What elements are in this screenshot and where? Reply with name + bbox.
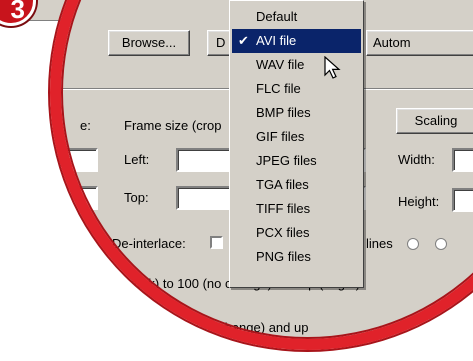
step-number: 3 <box>10 0 25 24</box>
step-number-badge: 3 <box>0 0 36 26</box>
partial-label: e: <box>80 118 91 133</box>
menu-item-tga-files[interactable]: TGA files <box>232 173 361 197</box>
lines-radio-2[interactable] <box>435 238 447 250</box>
checkmark-icon: ✔ <box>238 33 249 48</box>
frame-size-label: Frame size (crop <box>124 118 222 133</box>
source-field-2[interactable] <box>58 186 98 210</box>
hidden-button-label: D <box>216 35 226 50</box>
automatic-button-label: Autom <box>373 35 411 50</box>
gamma-note: (dark) to 1.0 (no change) and up <box>122 320 309 335</box>
browse-button[interactable]: Browse... <box>108 30 190 56</box>
mouse-pointer-icon <box>324 56 341 79</box>
width-label: Width: <box>398 152 435 167</box>
scaling-button[interactable]: Scaling <box>396 108 473 134</box>
height-field[interactable] <box>452 188 473 212</box>
screenshot-stage: Browse... D Autom e: Frame size (crop Sc… <box>0 0 473 361</box>
lines-label: lines <box>366 236 393 251</box>
menu-item-avi-file[interactable]: ✔ AVI file <box>232 29 361 53</box>
deinterlace-label: De-interlace: <box>112 236 186 251</box>
menu-item-png-files[interactable]: PNG files <box>232 245 361 269</box>
height-label: Height: <box>398 194 440 209</box>
dialog-content: Browse... D Autom e: Frame size (crop Sc… <box>50 0 473 350</box>
browse-button-label: Browse... <box>121 35 177 50</box>
menu-item-jpeg-files[interactable]: JPEG files <box>232 149 361 173</box>
menu-item-pcx-files[interactable]: PCX files <box>232 221 361 245</box>
left-field[interactable] <box>176 148 232 172</box>
source-field-1[interactable] <box>58 148 98 172</box>
left-label: Left: <box>124 152 150 167</box>
menu-item-bmp-files[interactable]: BMP files <box>232 101 361 125</box>
menu-item-default[interactable]: Default <box>232 5 361 29</box>
scaling-button-label: Scaling <box>414 113 458 128</box>
magnifier-lens: Browse... D Autom e: Frame size (crop Sc… <box>50 0 473 350</box>
lines-radio-1[interactable] <box>407 238 419 250</box>
menu-item-tiff-files[interactable]: TIFF files <box>232 197 361 221</box>
deinterlace-checkbox[interactable] <box>210 236 223 249</box>
top-field[interactable] <box>176 186 232 210</box>
menu-item-gif-files[interactable]: GIF files <box>232 125 361 149</box>
top-label: Top: <box>124 190 149 205</box>
automatic-button[interactable]: Autom <box>366 30 473 56</box>
output-format-menu: Default ✔ AVI file WAV file FLC file BMP… <box>229 0 364 288</box>
width-field[interactable] <box>452 148 473 172</box>
